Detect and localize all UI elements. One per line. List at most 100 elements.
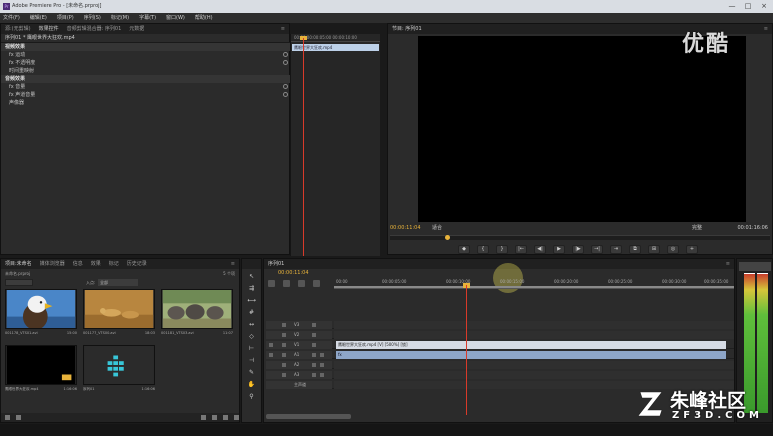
eye-icon[interactable] [312,343,316,347]
lift-button[interactable]: ⇥ [610,245,622,254]
hand-tool-icon[interactable]: ✋ [247,380,256,389]
tab-program[interactable]: 节目: 序列01 [392,24,422,34]
video-clip[interactable]: 鹰眼世界大狂欢.mp4 [V] [500%] [锁] [336,341,726,349]
track-lane[interactable] [334,361,734,369]
source-patch-icon[interactable] [269,353,273,357]
wrench-icon[interactable] [313,280,320,287]
go-to-out-button[interactable]: →| [591,245,603,254]
sync-lock-icon[interactable] [282,363,286,367]
effect-motion[interactable]: fx 运动 [1,51,291,59]
new-item-icon[interactable] [223,415,228,420]
zoom-tool-icon[interactable]: ⚲ [247,392,256,401]
slide-tool-icon[interactable]: ⊣ [247,356,256,365]
menu-edit[interactable]: 编辑(E) [30,13,47,23]
rolling-edit-tool-icon[interactable]: # [247,308,256,317]
sync-lock-icon[interactable] [282,353,286,357]
track-lane[interactable] [334,331,734,339]
minimize-button[interactable]: — [727,2,737,10]
add-marker-icon[interactable] [298,280,305,287]
audio-clip[interactable]: fx [336,351,726,359]
slip-tool-icon[interactable]: ⊢ [247,344,256,353]
effect-clip-chip[interactable]: 鹰眼世界大狂欢.mp4 [292,44,379,51]
track-select-tool-icon[interactable]: ⇶ [247,284,256,293]
list-view-icon[interactable] [5,415,10,420]
timeline-timecode[interactable]: 00:00:11:04 [278,270,309,276]
zoom-fit-select[interactable]: 适合 [432,224,442,232]
track-lane[interactable] [334,321,734,329]
selection-tool-icon[interactable]: ↖ [247,272,256,281]
step-back-button[interactable]: ◀| [534,245,546,254]
export-frame-button[interactable]: ⊞ [648,245,660,254]
search-icon[interactable] [201,415,206,420]
tab-sequence-01[interactable]: 序列01 [268,259,284,269]
menu-window[interactable]: 窗口(W) [166,13,185,23]
project-item-selected[interactable]: 鹰眼世界大狂欢.mp4 1:16:06 [5,345,77,397]
mute-icon[interactable] [312,363,316,367]
tab-audio-clip-mixer[interactable]: 音频剪辑混合器: 序列01 [67,24,122,34]
tab-info[interactable]: 信息 [73,259,83,269]
menu-project[interactable]: 项目(P) [57,13,74,23]
tab-source[interactable]: 源:(无剪辑) [5,24,31,34]
panel-menu-icon[interactable]: ≡ [764,24,768,34]
work-area-bar[interactable] [334,286,734,288]
rate-stretch-tool-icon[interactable]: ↔ [247,320,256,329]
source-patch-icon[interactable] [269,343,273,347]
timeline-scrollbar[interactable] [266,414,351,419]
effect-opacity[interactable]: fx 不透明度 [1,59,291,67]
in-select[interactable]: 全部 [98,279,138,286]
tab-metadata[interactable]: 元数据 [129,24,144,34]
tab-media-browser[interactable]: 媒体浏览器 [40,259,65,269]
program-scrub-bar[interactable] [390,235,770,240]
eye-icon[interactable] [312,323,316,327]
mute-icon[interactable] [312,373,316,377]
project-item[interactable]: 001181_VTS03.avi 11:07 [161,289,233,341]
sync-lock-icon[interactable] [282,323,286,327]
reset-icon[interactable] [283,84,288,89]
program-video-screen[interactable] [418,36,746,222]
menu-title[interactable]: 字幕(T) [139,13,156,23]
reset-icon[interactable] [283,92,288,97]
menu-file[interactable]: 文件(F) [3,13,20,23]
effect-channel-volume[interactable]: fx 声道音量 [1,91,291,99]
new-bin-icon[interactable] [212,415,217,420]
mark-in-button[interactable]: { [477,245,489,254]
tab-effect-controls[interactable]: 效果控件 [39,24,59,34]
track-lane[interactable] [334,371,734,379]
extract-button[interactable]: ⧉ [629,245,641,254]
razor-tool-icon[interactable]: ◇ [247,332,256,341]
close-button[interactable]: × [759,2,769,10]
linked-selection-icon[interactable] [283,280,290,287]
sync-lock-icon[interactable] [282,333,286,337]
effect-volume[interactable]: fx 音量 [1,83,291,91]
program-timecode[interactable]: 00:00:11:04 [390,224,421,232]
tab-effects[interactable]: 效果 [91,259,101,269]
tab-markers[interactable]: 标记 [109,259,119,269]
panel-menu-icon[interactable]: ≡ [281,24,285,34]
project-item[interactable]: 001178_VTS01.avi 15:00 [5,289,77,341]
pen-tool-icon[interactable]: ✎ [247,368,256,377]
play-button[interactable]: ▶ [553,245,565,254]
sync-lock-icon[interactable] [282,373,286,377]
trash-icon[interactable] [234,415,239,420]
reset-icon[interactable] [283,52,288,57]
ripple-edit-tool-icon[interactable]: ⟷ [247,296,256,305]
reset-icon[interactable] [283,60,288,65]
tab-history[interactable]: 历史记录 [127,259,147,269]
comparison-view-button[interactable]: ◎ [667,245,679,254]
solo-icon[interactable] [320,353,324,357]
effect-panner[interactable]: 声像器 [1,99,291,107]
panel-menu-icon[interactable]: ≡ [231,259,235,269]
snap-icon[interactable] [268,280,275,287]
project-search-input[interactable] [5,279,33,286]
menu-marker[interactable]: 标记(M) [111,13,129,23]
effect-controls-timeline[interactable]: 00:00 00:00:05:00 00:00:10:00 鹰眼世界大狂欢.mp… [290,34,380,256]
step-forward-button[interactable]: |▶ [572,245,584,254]
tab-project[interactable]: 项目:未命名 [5,259,32,269]
solo-icon[interactable] [320,373,324,377]
project-item[interactable]: 序列01 1:16:06 [83,345,155,397]
panel-menu-icon[interactable]: ≡ [726,259,730,269]
project-item[interactable]: 001177_VTS00.avi 18:03 [83,289,155,341]
maximize-button[interactable]: □ [743,2,753,10]
add-marker-button[interactable]: ◆ [458,245,470,254]
mute-icon[interactable] [312,353,316,357]
